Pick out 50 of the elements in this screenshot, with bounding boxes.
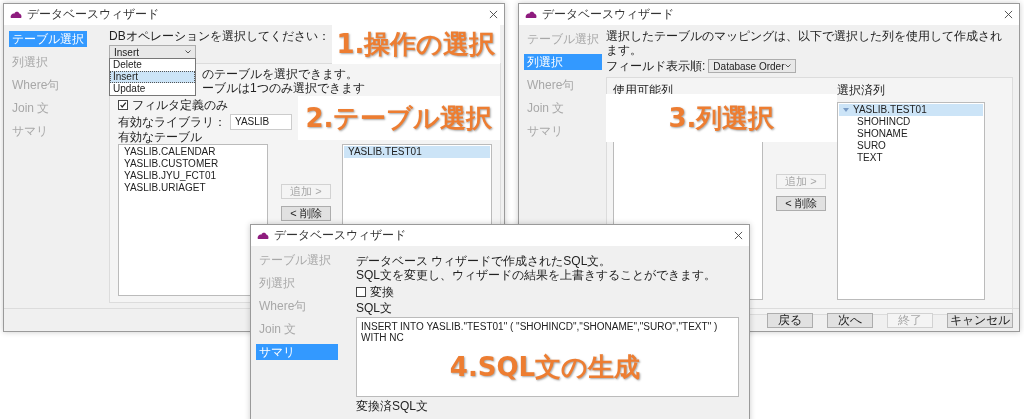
description-text: 選択したテーブルのマッピングは、以下で選択した列を使用して作成されます。 [606, 29, 1003, 57]
expand-icon [843, 107, 849, 113]
dropdown-option[interactable]: Delete [110, 59, 195, 71]
selected-columns-label: 選択済列 [837, 82, 886, 99]
chevron-icon [185, 50, 191, 54]
tree-item[interactable]: SURO [839, 140, 983, 152]
step-caption: 4.SQL文の生成 [448, 350, 642, 384]
list-item[interactable]: YASLIB.JYU_FCT01 [120, 170, 266, 182]
checkbox[interactable] [118, 100, 128, 110]
converted-sql-label: 変換済SQL文 [356, 399, 429, 413]
step-caption: 3.列選択 [606, 94, 837, 142]
instruction-text: ーブルは1つのみ選択できます [202, 81, 365, 95]
operation-label: DBオペレーションを選択してください： [109, 29, 330, 43]
checkbox-label: 変換 [370, 283, 394, 301]
tables-label: 有効なテーブル [118, 130, 203, 144]
description-text: SQL文を変更し、ウィザードの結果を上書きすることができます。 [356, 268, 717, 282]
tree-item[interactable]: TEXT [839, 152, 983, 164]
close-icon[interactable] [734, 231, 743, 240]
library-label: 有効なライブラリ： [118, 113, 226, 131]
tree-item[interactable]: SHOHINCD [839, 116, 983, 128]
list-item[interactable]: YASLIB.CALENDAR [120, 146, 266, 158]
list-item[interactable]: YASLIB.CUSTOMER [120, 158, 266, 170]
window-title: データベースウィザード [27, 6, 159, 23]
window-title: データベースウィザード [542, 6, 674, 23]
logo-icon [525, 10, 537, 19]
logo-icon [10, 10, 22, 19]
instruction-text: のテーブルを選択できます。 [202, 67, 358, 81]
operation-dropdown[interactable]: Insert [109, 45, 196, 59]
remove-button[interactable]: < 削除 [776, 196, 826, 211]
dropdown-option[interactable]: Insert [110, 71, 195, 83]
checkbox-label: フィルタ定義のみ [132, 96, 228, 114]
sql-label: SQL文 [356, 301, 393, 315]
checkbox[interactable] [356, 287, 366, 297]
remove-button[interactable]: < 削除 [281, 206, 331, 221]
close-icon[interactable] [1004, 10, 1013, 19]
list-item[interactable]: YASLIB.URIAGET [120, 182, 266, 194]
library-field[interactable]: YASLIB [230, 114, 292, 130]
list-item[interactable]: YASLIB.TEST01 [344, 146, 490, 158]
order-dropdown[interactable]: Database Order [708, 59, 797, 73]
tree-item[interactable]: SHONAME [839, 128, 983, 140]
step-caption: 1.操作の選択 [332, 24, 500, 64]
close-icon[interactable] [489, 10, 498, 19]
step-caption: 2.テーブル選択 [298, 96, 500, 140]
order-label: フィールド表示順: [606, 57, 706, 75]
window-title: データベースウィザード [274, 227, 406, 244]
dropdown-option[interactable]: Update [110, 83, 195, 95]
chevron-icon [785, 64, 792, 68]
description-text: データベース ウィザードで作成されたSQL文。 [356, 254, 613, 268]
logo-icon [257, 231, 269, 240]
tree-node[interactable]: YASLIB.TEST01 [839, 104, 983, 116]
